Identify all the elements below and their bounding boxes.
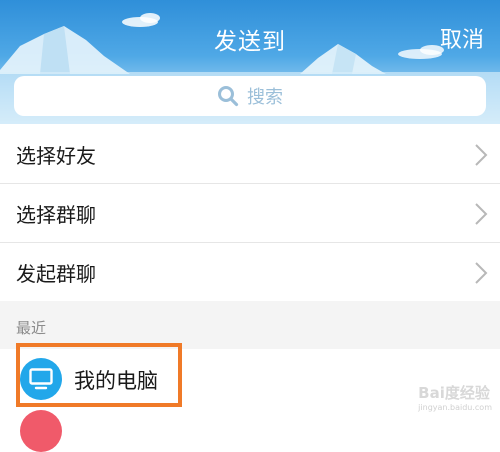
page-title: 发送到 <box>214 29 286 55</box>
watermark-text: Bai度经验 <box>418 384 490 402</box>
avatar <box>20 358 62 400</box>
watermark: Bai度经验 jingyan.baidu.com <box>418 382 492 412</box>
section-label: 最近 <box>16 319 47 337</box>
cancel-button[interactable]: 取消 <box>440 22 484 54</box>
chevron-right-icon <box>475 203 488 225</box>
recent-item-label: 我的电脑 <box>74 369 158 393</box>
menu-item-select-friends[interactable]: 选择好友 <box>0 125 500 184</box>
monitor-icon <box>29 368 53 390</box>
menu-item-label: 发起群聊 <box>16 262 96 286</box>
header-bar: 发送到 取消 搜索 <box>0 0 500 124</box>
menu-item-label: 选择好友 <box>16 144 96 168</box>
menu-item-label: 选择群聊 <box>16 203 96 227</box>
avatar <box>20 410 62 452</box>
section-header-recent: 最近 <box>0 301 500 349</box>
menu-item-start-group-chat[interactable]: 发起群聊 <box>0 243 500 302</box>
chevron-right-icon <box>475 144 488 166</box>
menu-item-select-groups[interactable]: 选择群聊 <box>0 184 500 243</box>
search-input[interactable]: 搜索 <box>14 76 486 116</box>
watermark-subtext: jingyan.baidu.com <box>418 403 492 412</box>
search-placeholder: 搜索 <box>247 87 283 108</box>
search-icon <box>218 86 239 107</box>
chevron-right-icon <box>475 262 488 284</box>
